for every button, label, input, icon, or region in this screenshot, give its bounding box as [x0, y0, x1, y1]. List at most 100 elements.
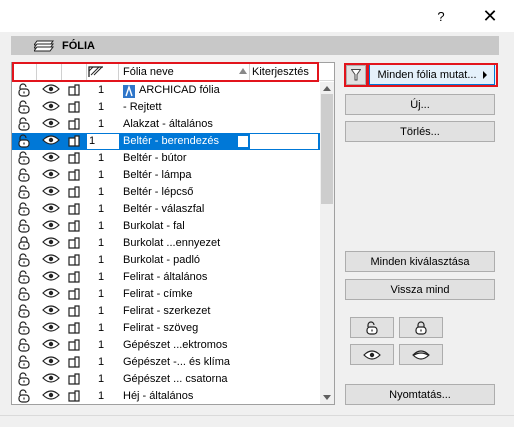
solid-model-icon[interactable]: [67, 389, 81, 403]
new-layer-button[interactable]: Új...: [345, 94, 495, 115]
vertical-scrollbar[interactable]: [320, 82, 334, 404]
solid-model-icon[interactable]: [67, 321, 81, 335]
unlock-icon[interactable]: [17, 117, 31, 131]
lock-all-button[interactable]: [399, 317, 443, 338]
unlock-icon[interactable]: [17, 185, 31, 199]
table-row[interactable]: 1 Felirat - címke: [12, 286, 320, 303]
unlock-icon[interactable]: [17, 372, 31, 386]
table-row[interactable]: 1 ARCHICAD fólia: [12, 82, 320, 99]
show-all-button[interactable]: [350, 344, 394, 365]
unlock-icon[interactable]: [17, 202, 31, 216]
unlock-icon[interactable]: [17, 321, 31, 335]
print-label: Nyomtatás...: [389, 388, 451, 401]
unlock-icon[interactable]: [17, 355, 31, 369]
solid-model-icon[interactable]: [67, 287, 81, 301]
extension-field[interactable]: [250, 134, 318, 149]
table-row[interactable]: 1 Beltér - lámpa: [12, 167, 320, 184]
table-row[interactable]: 1 Burkolat - padló: [12, 252, 320, 269]
table-row[interactable]: 1 Gépészet -... és klíma: [12, 354, 320, 371]
table-row[interactable]: 1 Alakzat - általános: [12, 116, 320, 133]
help-button[interactable]: ?: [418, 0, 464, 32]
solid-model-icon[interactable]: [67, 185, 81, 199]
table-row[interactable]: 1 Héj - általános: [12, 388, 320, 404]
delete-layer-button[interactable]: Törlés...: [345, 121, 495, 142]
solid-model-icon[interactable]: [67, 372, 81, 386]
layer-name: Gépészet ... csatorna: [123, 373, 228, 385]
eye-icon[interactable]: [42, 185, 60, 199]
lock-icon[interactable]: [17, 236, 31, 250]
eye-icon[interactable]: [42, 151, 60, 165]
table-row[interactable]: 1 Beltér - berendezés: [12, 133, 320, 150]
unlock-icon[interactable]: [17, 134, 31, 148]
close-button[interactable]: ✕: [467, 0, 513, 32]
solid-model-icon[interactable]: [67, 202, 81, 216]
solid-model-icon[interactable]: [67, 134, 81, 148]
eye-icon[interactable]: [42, 287, 60, 301]
unlock-all-button[interactable]: [350, 317, 394, 338]
intersection-group-value: 1: [98, 152, 105, 164]
solid-model-icon[interactable]: [67, 168, 81, 182]
solid-model-icon[interactable]: [67, 338, 81, 352]
layer-list[interactable]: Fólia neve Kiterjesztés 1 ARCHICAD fólia 1…: [11, 62, 335, 405]
table-row[interactable]: 1 Burkolat ...ennyezet: [12, 235, 320, 252]
unlock-icon[interactable]: [17, 270, 31, 284]
solid-model-icon[interactable]: [67, 151, 81, 165]
solid-model-icon[interactable]: [67, 117, 81, 131]
eye-icon[interactable]: [42, 134, 60, 148]
print-button[interactable]: Nyomtatás...: [345, 384, 495, 405]
panel-header[interactable]: FÓLIA: [11, 36, 499, 55]
table-row[interactable]: 1 Beltér - bútor: [12, 150, 320, 167]
eye-icon[interactable]: [42, 355, 60, 369]
eye-icon[interactable]: [42, 219, 60, 233]
eye-icon[interactable]: [42, 304, 60, 318]
eye-icon[interactable]: [42, 202, 60, 216]
unlock-icon[interactable]: [17, 219, 31, 233]
eye-icon[interactable]: [42, 372, 60, 386]
unlock-icon[interactable]: [17, 83, 31, 97]
scroll-up-icon[interactable]: [323, 86, 331, 91]
solid-model-icon[interactable]: [67, 270, 81, 284]
eye-icon[interactable]: [42, 253, 60, 267]
layer-name: Gépészet -... és klíma: [123, 356, 230, 368]
table-row[interactable]: 1 Beltér - lépcső: [12, 184, 320, 201]
table-row[interactable]: 1 Gépészet ...ektromos: [12, 337, 320, 354]
solid-model-icon[interactable]: [67, 253, 81, 267]
eye-icon[interactable]: [42, 321, 60, 335]
eye-icon[interactable]: [42, 270, 60, 284]
unlock-icon[interactable]: [17, 168, 31, 182]
solid-model-icon[interactable]: [67, 304, 81, 318]
layer-name: Felirat - szerkezet: [123, 305, 211, 317]
solid-model-icon[interactable]: [67, 83, 81, 97]
unlock-icon[interactable]: [17, 287, 31, 301]
table-row[interactable]: 1 Gépészet ... csatorna: [12, 371, 320, 388]
solid-model-icon[interactable]: [67, 355, 81, 369]
table-row[interactable]: 1 Felirat - szöveg: [12, 320, 320, 337]
select-all-button[interactable]: Minden kiválasztása: [345, 251, 495, 272]
eye-icon[interactable]: [42, 100, 60, 114]
unlock-icon[interactable]: [17, 151, 31, 165]
unlock-icon[interactable]: [17, 389, 31, 403]
table-row[interactable]: 1 Felirat - általános: [12, 269, 320, 286]
intersection-group-value[interactable]: 1: [87, 134, 119, 149]
scroll-down-icon[interactable]: [323, 395, 331, 400]
hide-all-button[interactable]: [399, 344, 443, 365]
table-row[interactable]: 1 Burkolat - fal: [12, 218, 320, 235]
table-row[interactable]: 1 Felirat - szerkezet: [12, 303, 320, 320]
eye-icon[interactable]: [42, 389, 60, 403]
table-row[interactable]: 1 - Rejtett: [12, 99, 320, 116]
eye-icon[interactable]: [42, 236, 60, 250]
unlock-icon[interactable]: [17, 253, 31, 267]
undo-all-button[interactable]: Vissza mind: [345, 279, 495, 300]
table-row[interactable]: 1 Beltér - válaszfal: [12, 201, 320, 218]
solid-model-icon[interactable]: [67, 219, 81, 233]
unlock-icon[interactable]: [17, 304, 31, 318]
eye-icon[interactable]: [42, 83, 60, 97]
unlock-icon[interactable]: [17, 100, 31, 114]
eye-icon[interactable]: [42, 168, 60, 182]
solid-model-icon[interactable]: [67, 100, 81, 114]
solid-model-icon[interactable]: [67, 236, 81, 250]
unlock-icon[interactable]: [17, 338, 31, 352]
eye-icon[interactable]: [42, 338, 60, 352]
scroll-thumb[interactable]: [321, 94, 333, 204]
eye-icon[interactable]: [42, 117, 60, 131]
